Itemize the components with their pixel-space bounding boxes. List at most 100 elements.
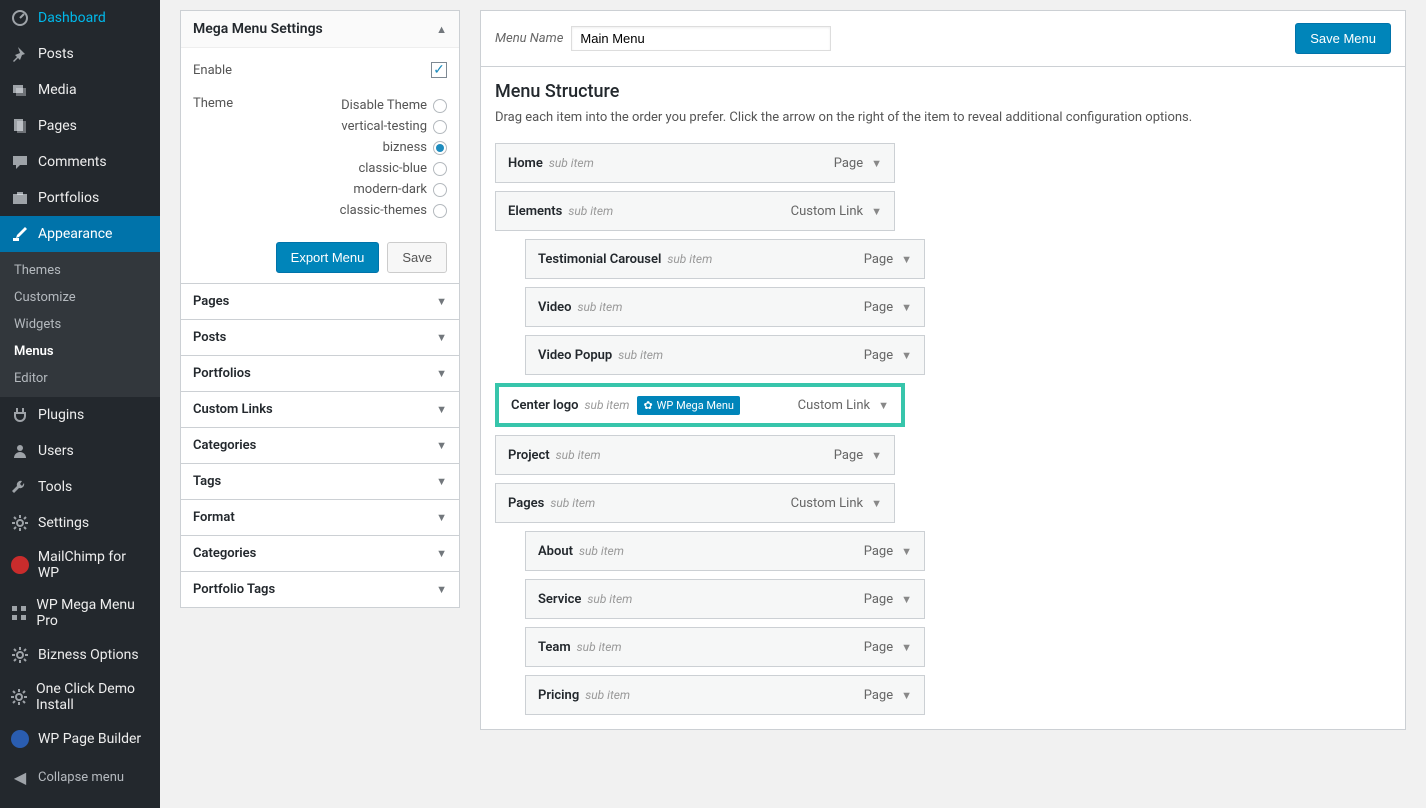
menu-name-label: Menu Name xyxy=(495,31,563,46)
chevron-down-icon[interactable]: ▼ xyxy=(901,253,912,266)
accordion-portfolio-tags[interactable]: Portfolio Tags▼ xyxy=(181,572,459,607)
collapse-icon: ◀ xyxy=(10,767,30,787)
chevron-down-icon[interactable]: ▼ xyxy=(901,641,912,654)
menu-item-team[interactable]: Teamsub itemPage▼ xyxy=(525,627,925,667)
sidebar-item-dashboard[interactable]: Dashboard xyxy=(0,0,160,36)
menu-structure-help: Drag each item into the order you prefer… xyxy=(495,110,1391,125)
accordion-label: Pages xyxy=(193,294,229,309)
menu-item-type: Page xyxy=(864,640,893,655)
settings-column: Mega Menu Settings ▲ Enable ✓ Theme Disa… xyxy=(180,10,460,607)
menu-item-home[interactable]: Homesub itemPage▼ xyxy=(495,143,895,183)
menu-item-pricing[interactable]: Pricingsub itemPage▼ xyxy=(525,675,925,715)
chevron-down-icon[interactable]: ▼ xyxy=(871,497,882,510)
theme-option-label: classic-blue xyxy=(358,161,427,176)
theme-radio-vertical-testing[interactable] xyxy=(433,120,447,134)
accordion-format[interactable]: Format▼ xyxy=(181,500,459,535)
chevron-down-icon[interactable]: ▼ xyxy=(871,205,882,218)
accordion-label: Tags xyxy=(193,474,221,489)
portfolio-icon xyxy=(10,188,30,208)
accordion-label: Format xyxy=(193,510,235,525)
accordion-posts[interactable]: Posts▼ xyxy=(181,320,459,355)
sidebar-item-posts[interactable]: Posts xyxy=(0,36,160,72)
theme-option-label: Disable Theme xyxy=(341,98,427,113)
sidebar-item-tools[interactable]: Tools xyxy=(0,469,160,505)
menu-item-type: Custom Link xyxy=(798,398,870,413)
chevron-down-icon[interactable]: ▼ xyxy=(871,157,882,170)
accordion-custom-links[interactable]: Custom Links▼ xyxy=(181,392,459,427)
menu-item-title: Elements xyxy=(508,204,562,219)
chevron-down-icon[interactable]: ▼ xyxy=(878,399,889,412)
caret-down-icon: ▼ xyxy=(436,295,447,308)
menu-item-pages[interactable]: Pagessub itemCustom Link▼ xyxy=(495,483,895,523)
caret-down-icon: ▼ xyxy=(436,439,447,452)
chevron-down-icon[interactable]: ▼ xyxy=(901,545,912,558)
menu-item-video[interactable]: Videosub itemPage▼ xyxy=(525,287,925,327)
menu-name-input[interactable] xyxy=(571,26,831,51)
accordion-categories[interactable]: Categories▼ xyxy=(181,428,459,463)
sidebar-sub-widgets[interactable]: Widgets xyxy=(0,311,160,338)
theme-radio-disable-theme[interactable] xyxy=(433,99,447,113)
sidebar-item-wp-page-builder[interactable]: WP Page Builder xyxy=(0,721,160,757)
menu-item-type: Custom Link xyxy=(791,496,863,511)
sidebar-item-media[interactable]: Media xyxy=(0,72,160,108)
chevron-down-icon[interactable]: ▼ xyxy=(871,449,882,462)
sidebar-item-wp-mega-menu-pro[interactable]: WP Mega Menu Pro xyxy=(0,589,160,637)
theme-radio-classic-themes[interactable] xyxy=(433,204,447,218)
collapse-menu-button[interactable]: ◀ Collapse menu xyxy=(0,757,160,797)
accordion-portfolios[interactable]: Portfolios ▼ xyxy=(181,356,459,391)
accordion-label: Portfolios xyxy=(193,366,251,381)
sidebar-item-pages[interactable]: Pages xyxy=(0,108,160,144)
mc-icon xyxy=(10,555,30,575)
admin-sidebar: Dashboard Posts MediaPagesCommentsPortfoli… xyxy=(0,0,160,808)
menu-item-subtype: sub item xyxy=(578,300,623,314)
sidebar-item-one-click-demo-install[interactable]: One Click Demo Install xyxy=(0,673,160,721)
pb-icon xyxy=(10,729,30,749)
accordion-pages[interactable]: Pages ▼ xyxy=(181,284,459,319)
wp-mega-menu-badge[interactable]: ✿WP Mega Menu xyxy=(637,396,740,415)
main-column: Menu Name Save Menu Menu Structure Drag … xyxy=(480,10,1406,730)
sidebar-sub-customize[interactable]: Customize xyxy=(0,284,160,311)
menu-item-type: Page xyxy=(864,300,893,315)
menu-top-bar: Menu Name Save Menu xyxy=(480,10,1406,66)
sidebar-item-appearance[interactable]: Appearance xyxy=(0,216,160,252)
menu-item-video-popup[interactable]: Video Popupsub itemPage▼ xyxy=(525,335,925,375)
menu-item-center-logo[interactable]: Center logosub item✿WP Mega MenuCustom L… xyxy=(495,383,905,427)
sidebar-item-plugins[interactable]: Plugins xyxy=(0,397,160,433)
sidebar-sub-editor[interactable]: Editor xyxy=(0,365,160,392)
accordion-categories[interactable]: Categories▼ xyxy=(181,536,459,571)
theme-radio-modern-dark[interactable] xyxy=(433,183,447,197)
menu-item-about[interactable]: Aboutsub itemPage▼ xyxy=(525,531,925,571)
sidebar-item-portfolios[interactable]: Portfolios xyxy=(0,180,160,216)
chevron-down-icon[interactable]: ▼ xyxy=(901,689,912,702)
chevron-down-icon[interactable]: ▼ xyxy=(901,593,912,606)
chevron-down-icon[interactable]: ▼ xyxy=(901,349,912,362)
sidebar-item-label: Posts xyxy=(38,46,74,62)
theme-radio-bizness[interactable] xyxy=(433,141,447,155)
menu-item-project[interactable]: Projectsub itemPage▼ xyxy=(495,435,895,475)
sidebar-item-comments[interactable]: Comments xyxy=(0,144,160,180)
sidebar-sub-themes[interactable]: Themes xyxy=(0,257,160,284)
menu-item-type: Page xyxy=(864,544,893,559)
sidebar-item-mailchimp-for-wp[interactable]: MailChimp for WP xyxy=(0,541,160,589)
menu-item-elements[interactable]: Elementssub itemCustom Link▼ xyxy=(495,191,895,231)
theme-radio-classic-blue[interactable] xyxy=(433,162,447,176)
sidebar-item-bizness-options[interactable]: Bizness Options xyxy=(0,637,160,673)
export-menu-button[interactable]: Export Menu xyxy=(276,242,380,273)
save-menu-button[interactable]: Save Menu xyxy=(1295,23,1391,54)
accordion-tags[interactable]: Tags▼ xyxy=(181,464,459,499)
chevron-down-icon[interactable]: ▼ xyxy=(901,301,912,314)
menu-structure-title: Menu Structure xyxy=(495,81,1391,102)
menu-item-testimonial-carousel[interactable]: Testimonial Carouselsub itemPage▼ xyxy=(525,239,925,279)
sidebar-sub-menus[interactable]: Menus xyxy=(0,338,160,365)
caret-down-icon: ▼ xyxy=(436,367,447,380)
user-icon xyxy=(10,441,30,461)
mega-menu-settings-header[interactable]: Mega Menu Settings ▲ xyxy=(181,11,459,48)
menu-item-service[interactable]: Servicesub itemPage▼ xyxy=(525,579,925,619)
save-settings-button[interactable]: Save xyxy=(387,242,447,273)
caret-down-icon: ▼ xyxy=(436,547,447,560)
menu-item-type: Page xyxy=(864,252,893,267)
sidebar-item-users[interactable]: Users xyxy=(0,433,160,469)
enable-checkbox[interactable]: ✓ xyxy=(431,62,447,78)
enable-label: Enable xyxy=(193,63,232,78)
sidebar-item-settings[interactable]: Settings xyxy=(0,505,160,541)
